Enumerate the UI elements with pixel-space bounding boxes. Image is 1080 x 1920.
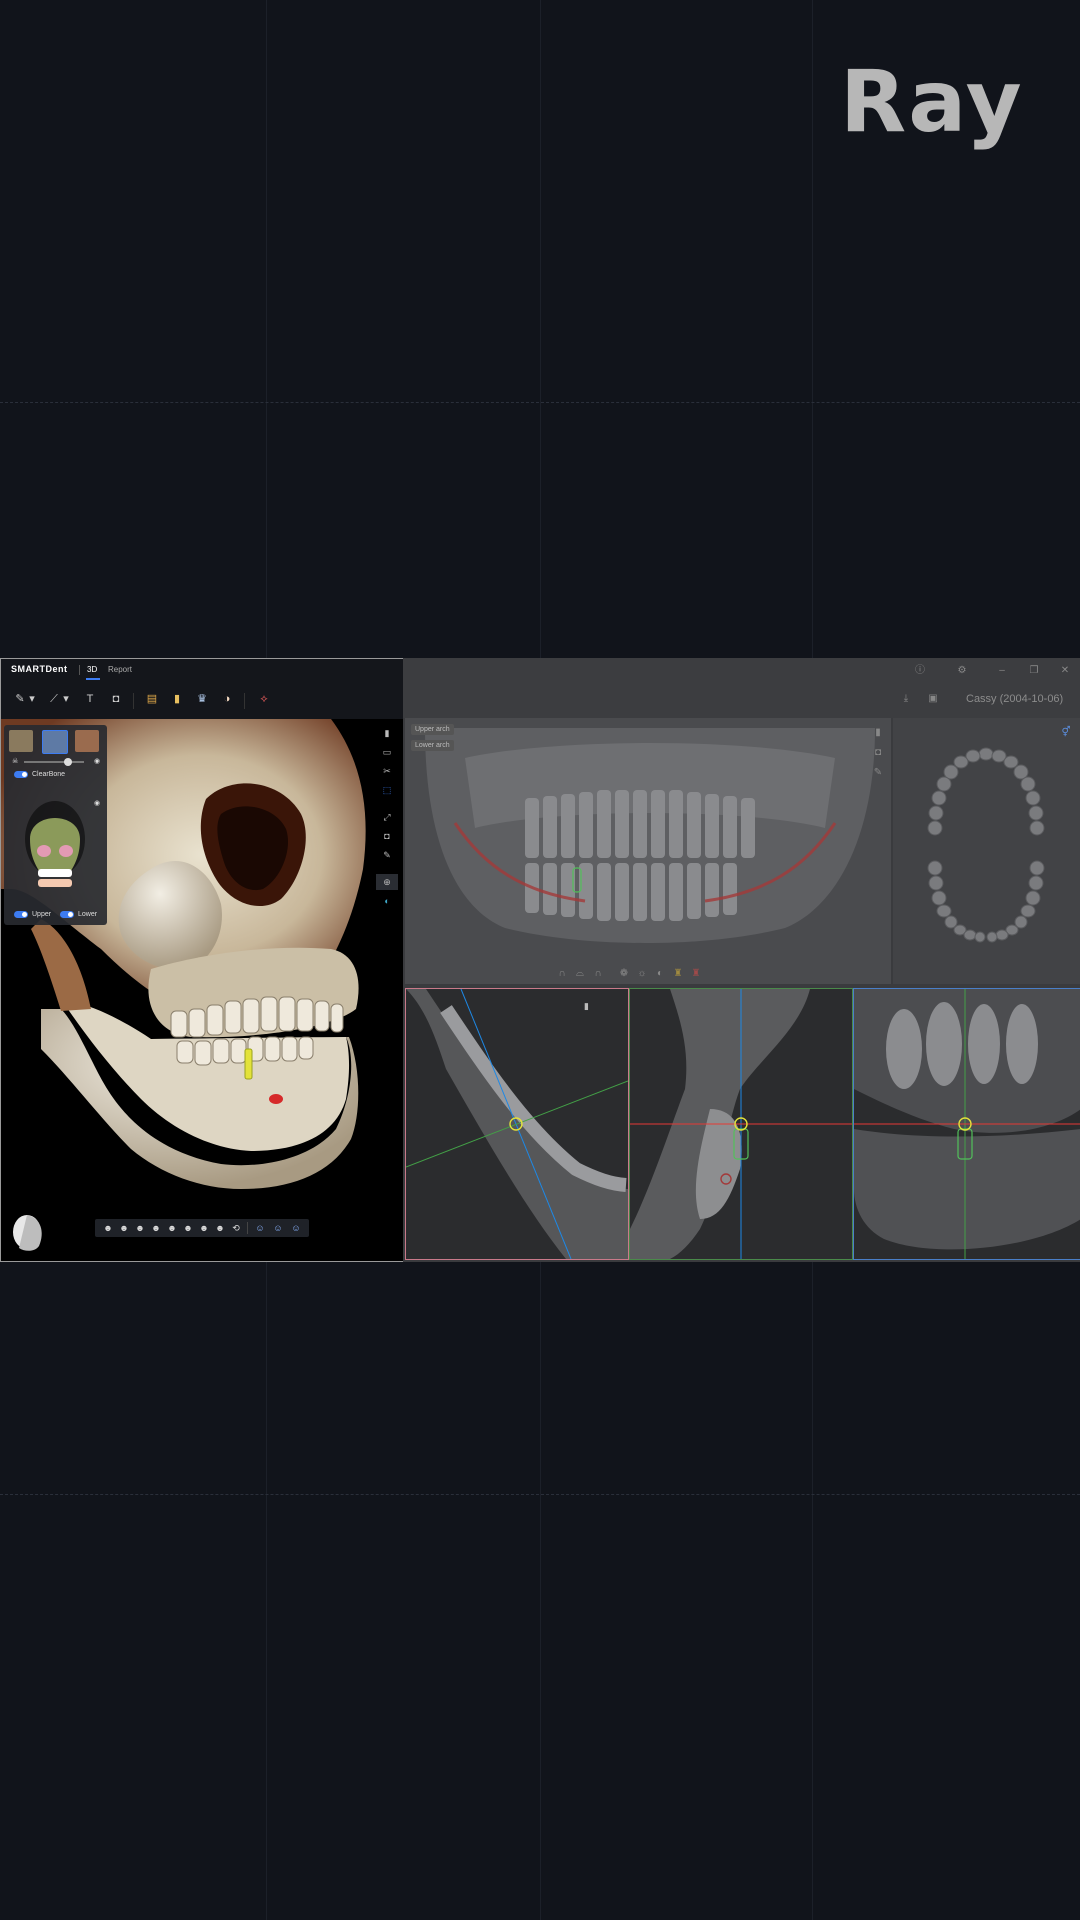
text-icon[interactable]: T — [81, 690, 99, 708]
3d-view-panel: SMARTDent 3D Report ✎ ▾ ⟋ ▾ T ◘ ▤ ▮ ♛ ◑ … — [0, 658, 404, 1262]
implant-marker[interactable] — [244, 1048, 253, 1080]
crown-icon[interactable]: ▭ — [376, 744, 398, 760]
cross-section-slice[interactable] — [629, 988, 853, 1260]
crosshair-icon[interactable]: ⊕ — [376, 874, 398, 890]
panoramic-image — [425, 728, 875, 943]
lower-arch-chip[interactable]: Lower arch — [411, 740, 454, 751]
eye-icon[interactable]: ◉ — [94, 799, 100, 807]
head-orientation-icon[interactable] — [13, 1215, 42, 1251]
arch2-icon[interactable]: ∩ — [591, 967, 605, 981]
upper-arch-chip[interactable]: Upper arch — [411, 724, 454, 735]
tab-report[interactable]: Report — [108, 665, 132, 674]
nerve-marker — [269, 1094, 283, 1104]
chevron-down-icon[interactable]: ▾ — [27, 690, 37, 708]
airway-icon[interactable]: ◑ — [218, 690, 236, 708]
eye-icon[interactable]: ◉ — [94, 757, 100, 765]
head-bone-icon[interactable]: ☺ — [289, 1221, 303, 1235]
skull-right-icon[interactable]: ☻ — [133, 1221, 147, 1235]
upper-toggle[interactable] — [14, 911, 28, 918]
reset-icon[interactable]: ⟲ — [229, 1221, 243, 1235]
lower-toggle[interactable] — [60, 911, 74, 918]
slice-views: ▮ — [405, 988, 1080, 1260]
clearbone-toggle[interactable] — [14, 771, 28, 778]
head-mask-icon[interactable]: ☺ — [253, 1221, 267, 1235]
implant-icon[interactable]: ▮ — [376, 725, 398, 741]
skull-icon: ☠ — [12, 758, 19, 765]
ray-logo: Ray — [840, 52, 1024, 152]
skull-colormap-icon — [25, 801, 85, 887]
header-bar: ⓘ ⚙ – ❐ ✕ ⤓ ▣ Cassy (2004-10-06) — [403, 658, 1080, 718]
pano-tools: ∩ ⌓ ∩ ❁ ☼ ◐ ♜ ♜ — [555, 966, 735, 982]
ruler-icon[interactable]: ✎ — [376, 847, 398, 863]
close-icon[interactable]: ✕ — [1058, 664, 1072, 678]
axial-slice[interactable]: ▮ — [405, 988, 629, 1260]
cut-icon[interactable]: ✂ — [376, 763, 398, 779]
tooth-gold-icon[interactable]: ♜ — [671, 967, 685, 981]
skull-iso-icon[interactable]: ☻ — [213, 1221, 227, 1235]
tooth-icon[interactable]: ♛ — [193, 690, 211, 708]
panoramic-view[interactable]: Upper arch Lower arch ▮ ◘ ✎ ∩ ⌓ ∩ ❁ ☼ ◐ … — [405, 718, 891, 984]
implant-icon[interactable]: ▮ — [871, 726, 885, 740]
skull-top-icon[interactable]: ☻ — [149, 1221, 163, 1235]
head-skin-icon[interactable]: ☺ — [271, 1221, 285, 1235]
skull-bottom-icon[interactable]: ☻ — [165, 1221, 179, 1235]
visibility-panel: ☠ ◉ ClearBone ◉ Upper Lower — [4, 725, 107, 925]
filter-icon[interactable]: ❁ — [617, 967, 631, 981]
nerve-icon[interactable]: ⟡ — [255, 690, 273, 708]
arch-icon[interactable]: ∩ — [555, 967, 569, 981]
opacity-slider[interactable] — [24, 761, 84, 763]
svg-text:▮: ▮ — [584, 1002, 589, 1012]
view-presets-bar: ☻ ☻ ☻ ☻ ☻ ☻ ☻ ☻ ⟲ ☺ ☺ ☺ — [95, 1219, 309, 1237]
select-icon[interactable]: ⬚ — [376, 782, 398, 798]
lower-label: Lower — [78, 911, 98, 918]
implant-icon[interactable]: ▮ — [168, 690, 186, 708]
curve-icon[interactable]: ⌓ — [573, 967, 587, 981]
viewport-tools: ▮ ▭ ✂ ⬚ ⤢ ◘ ✎ ⊕ ◐ — [376, 725, 398, 925]
info-icon[interactable]: ⓘ — [913, 664, 927, 678]
planning-views: ⓘ ⚙ – ❐ ✕ ⤓ ▣ Cassy (2004-10-06) Upper a… — [403, 658, 1080, 1262]
3d-viewport[interactable]: ☠ ◉ ClearBone ◉ Upper Lower ▮ ▭ ✂ ⬚ ⤢ ◘ … — [1, 719, 403, 1261]
sagittal-slice[interactable] — [853, 988, 1080, 1260]
restore-icon[interactable]: ❐ — [1027, 664, 1041, 678]
preset-thumb-2[interactable] — [42, 730, 68, 754]
patient-name: Cassy (2004-10-06) — [966, 693, 1064, 705]
preset-thumb-1[interactable] — [9, 730, 33, 752]
gender-icon[interactable]: ⚥ — [1059, 726, 1073, 740]
app-window: SMARTDent 3D Report ✎ ▾ ⟋ ▾ T ◘ ▤ ▮ ♛ ◑ … — [0, 658, 1080, 1262]
arch-diagram — [927, 747, 1045, 943]
ruler-icon[interactable]: ✎ — [871, 766, 885, 780]
chevron-down-icon[interactable]: ▾ — [61, 690, 71, 708]
tooth-red-icon[interactable]: ♜ — [689, 967, 703, 981]
layers-icon[interactable]: ▤ — [143, 690, 161, 708]
active-tab-indicator — [86, 678, 100, 680]
app-name: SMARTDent — [11, 664, 68, 674]
camera-icon[interactable]: ◘ — [107, 690, 125, 708]
download-icon[interactable]: ⤓ — [899, 692, 913, 706]
toolbar: ✎ ▾ ⟋ ▾ T ◘ ▤ ▮ ♛ ◑ ⟡ — [1, 681, 403, 720]
skull-posterior-icon[interactable]: ☻ — [197, 1221, 211, 1235]
tab-3d[interactable]: 3D — [87, 665, 97, 674]
camera-icon[interactable]: ◘ — [871, 746, 885, 760]
gear-icon[interactable]: ⚙ — [955, 664, 969, 678]
tooth-arch-chart[interactable]: ⚥ — [893, 718, 1080, 984]
fit-icon[interactable]: ⤢ — [376, 809, 398, 825]
opacity-slider-thumb[interactable] — [64, 758, 72, 766]
upper-label: Upper — [32, 911, 52, 918]
contrast-icon[interactable]: ◐ — [653, 967, 667, 981]
brightness-icon[interactable]: ☼ — [635, 967, 649, 981]
clip-icon[interactable]: ◐ — [376, 893, 398, 909]
camera-icon[interactable]: ◘ — [376, 828, 398, 844]
minimize-icon[interactable]: – — [995, 664, 1009, 678]
title-bar: SMARTDent 3D Report — [1, 659, 403, 681]
save-icon[interactable]: ▣ — [926, 692, 940, 706]
preset-thumb-3[interactable] — [75, 730, 99, 752]
clearbone-label: ClearBone — [32, 771, 66, 778]
skull-back-icon[interactable]: ☻ — [181, 1221, 195, 1235]
skull-front-icon[interactable]: ☻ — [101, 1221, 115, 1235]
skull-left-icon[interactable]: ☻ — [117, 1221, 131, 1235]
